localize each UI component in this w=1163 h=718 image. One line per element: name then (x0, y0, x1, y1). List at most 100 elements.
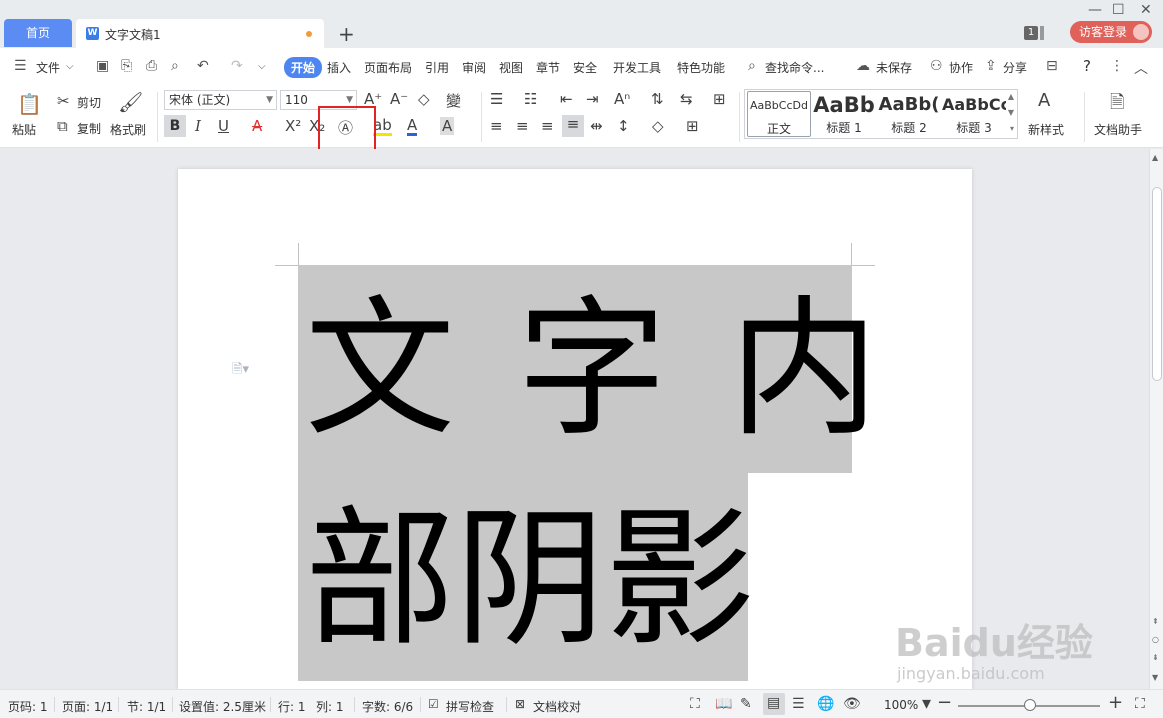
status-page-no[interactable]: 页码: 1 (8, 698, 48, 715)
zoom-in-button[interactable]: + (1108, 692, 1123, 713)
line-spacing-icon[interactable]: ⇆ (680, 90, 693, 108)
menu-view[interactable]: 视图 (499, 59, 523, 76)
bullet-list-icon[interactable]: ☰ (490, 90, 503, 108)
menu-file[interactable]: 文件 (36, 59, 60, 76)
status-col[interactable]: 列: 1 (316, 698, 344, 715)
status-setting[interactable]: 设置值: 2.5厘米 (179, 698, 266, 715)
search-icon[interactable]: ⌕ (748, 58, 756, 74)
decrease-indent-icon[interactable]: ⇤ (560, 90, 573, 108)
styles-scroll-down-icon[interactable]: ▼ (1008, 108, 1014, 117)
shrink-font-icon[interactable]: A⁻ (390, 90, 408, 108)
collapse-ribbon-icon[interactable]: ︿ (1134, 58, 1148, 78)
distribute-icon[interactable]: ⇹ (590, 117, 603, 135)
format-painter-icon[interactable]: 🖌 (118, 90, 143, 114)
zoom-out-button[interactable]: − (937, 692, 952, 713)
scroll-down-icon[interactable]: ▼ (1152, 673, 1158, 682)
fit-window-icon[interactable]: ⛶ (1135, 696, 1145, 712)
style-heading-2[interactable]: AaBb( 标题 2 (877, 91, 941, 137)
chevron-down-icon[interactable]: ⌵ (66, 61, 74, 72)
copy-icon[interactable]: ⧉ (57, 117, 68, 135)
document-text-line-2[interactable]: 部阴影 (305, 505, 755, 655)
align-left-icon[interactable]: ≡ (490, 117, 503, 135)
menu-insert[interactable]: 插入 (327, 59, 351, 76)
login-button[interactable]: 访客登录 (1070, 21, 1152, 43)
save-icon[interactable]: ▣ (96, 58, 109, 74)
doc-assistant-button[interactable]: 文档助手 (1094, 121, 1142, 138)
menu-security[interactable]: 安全 (573, 59, 597, 76)
menu-home[interactable]: 开始 (284, 57, 323, 78)
style-heading-1[interactable]: AaBb 标题 1 (812, 91, 876, 137)
spell-check-button[interactable]: 拼写检查 (446, 698, 494, 715)
show-marks-icon[interactable]: ⊞ (713, 90, 726, 108)
strikethrough-icon[interactable]: A (252, 117, 262, 135)
status-pages[interactable]: 页面: 1/1 (62, 698, 113, 715)
menu-developer[interactable]: 开发工具 (613, 59, 661, 76)
style-heading-3[interactable]: AaBbCc 标题 3 (942, 91, 1006, 137)
paste-icon[interactable]: 📋 (17, 92, 42, 116)
print-preview-icon[interactable]: ⌕ (171, 58, 179, 74)
phonetic-icon[interactable]: 變 (446, 90, 461, 111)
spell-check-icon[interactable]: ☑ (428, 697, 439, 711)
collab-button[interactable]: 协作 (949, 59, 973, 76)
font-color-icon[interactable]: A (407, 117, 418, 136)
zoom-slider-knob[interactable] (1024, 699, 1036, 711)
export-icon[interactable]: ⎘ (121, 58, 132, 74)
zoom-out-icon[interactable]: ▾ (922, 693, 931, 714)
status-word-count[interactable]: 字数: 6/6 (362, 698, 413, 715)
zoom-level[interactable]: 100% (884, 698, 918, 712)
tab-home[interactable]: 首页 (4, 19, 72, 47)
edit-view-icon[interactable]: ✎ (740, 696, 752, 712)
menu-features[interactable]: 特色功能 (677, 59, 725, 76)
close-button[interactable]: ✕ (1140, 2, 1152, 18)
scrollbar-thumb[interactable] (1152, 187, 1162, 381)
new-style-icon[interactable]: A (1038, 90, 1050, 111)
more-options-icon[interactable]: ⋮ (1110, 58, 1124, 74)
proofread-button[interactable]: 文档校对 (533, 698, 581, 715)
page-view-icon[interactable]: ▤ (767, 695, 780, 711)
copy-button[interactable]: 复制 (77, 120, 101, 137)
italic-button[interactable]: I (195, 117, 201, 135)
borders-icon[interactable]: ⊞ (686, 117, 699, 135)
cut-button[interactable]: 剪切 (77, 94, 101, 111)
vertical-scrollbar[interactable]: ▲ ⇞ ○ ⇟ ▼ (1149, 149, 1163, 689)
share-button[interactable]: 分享 (1003, 59, 1027, 76)
paragraph-spacing-icon[interactable]: ↕ (617, 117, 630, 135)
styles-expand-icon[interactable]: ▾ (1010, 124, 1014, 133)
minimize-button[interactable]: — (1088, 2, 1102, 18)
hamburger-icon[interactable]: ☰ (14, 58, 27, 74)
select-browse-icon[interactable]: ○ (1152, 635, 1159, 644)
menu-review[interactable]: 审阅 (462, 59, 486, 76)
numbered-list-icon[interactable]: ☷ (524, 90, 537, 108)
prev-page-icon[interactable]: ⇞ (1152, 617, 1159, 626)
text-direction-icon[interactable]: Aⁿ (614, 90, 630, 108)
menu-references[interactable]: 引用 (425, 59, 449, 76)
quick-access-more-icon[interactable]: ⌵ (258, 61, 266, 72)
layout-toggle-icon[interactable]: ⊟ (1046, 58, 1058, 74)
status-row[interactable]: 行: 1 (278, 698, 306, 715)
align-right-icon[interactable]: ≡ (541, 117, 554, 135)
proofread-icon[interactable]: ⊠ (515, 697, 525, 711)
web-view-icon[interactable]: 🌐 (817, 696, 834, 712)
justify-icon[interactable]: ≡ (562, 115, 584, 137)
tab-document[interactable]: W 文字文稿1 (76, 19, 324, 48)
increase-indent-icon[interactable]: ⇥ (586, 90, 599, 108)
outline-view-icon[interactable]: ☰ (792, 696, 805, 712)
print-icon[interactable]: ⎙ (146, 58, 157, 74)
char-shading-icon[interactable]: A (440, 117, 455, 135)
reading-view-icon[interactable]: 📖 (715, 696, 732, 712)
shading-icon[interactable]: ◇ (652, 117, 664, 135)
align-center-icon[interactable]: ≡ (516, 117, 529, 135)
command-search[interactable]: 查找命令... (765, 59, 824, 76)
doc-assistant-icon[interactable]: 🗎 (1110, 90, 1124, 120)
unsaved-status[interactable]: 未保存 (876, 59, 912, 76)
redo-icon[interactable]: ↷ (231, 58, 243, 74)
paragraph-handle-icon[interactable]: 🗎▾ (232, 360, 249, 382)
status-section[interactable]: 节: 1/1 (127, 698, 166, 715)
fullscreen-icon[interactable]: ⛶ (690, 696, 700, 712)
window-count-badge[interactable]: 1 (1024, 26, 1038, 40)
styles-scroll-up-icon[interactable]: ▲ (1008, 92, 1014, 101)
clear-format-icon[interactable]: ◇ (418, 90, 430, 108)
scissors-icon[interactable]: ✂ (57, 92, 70, 110)
sort-icon[interactable]: ⇅ (651, 90, 664, 108)
undo-icon[interactable]: ↶ (197, 58, 209, 74)
